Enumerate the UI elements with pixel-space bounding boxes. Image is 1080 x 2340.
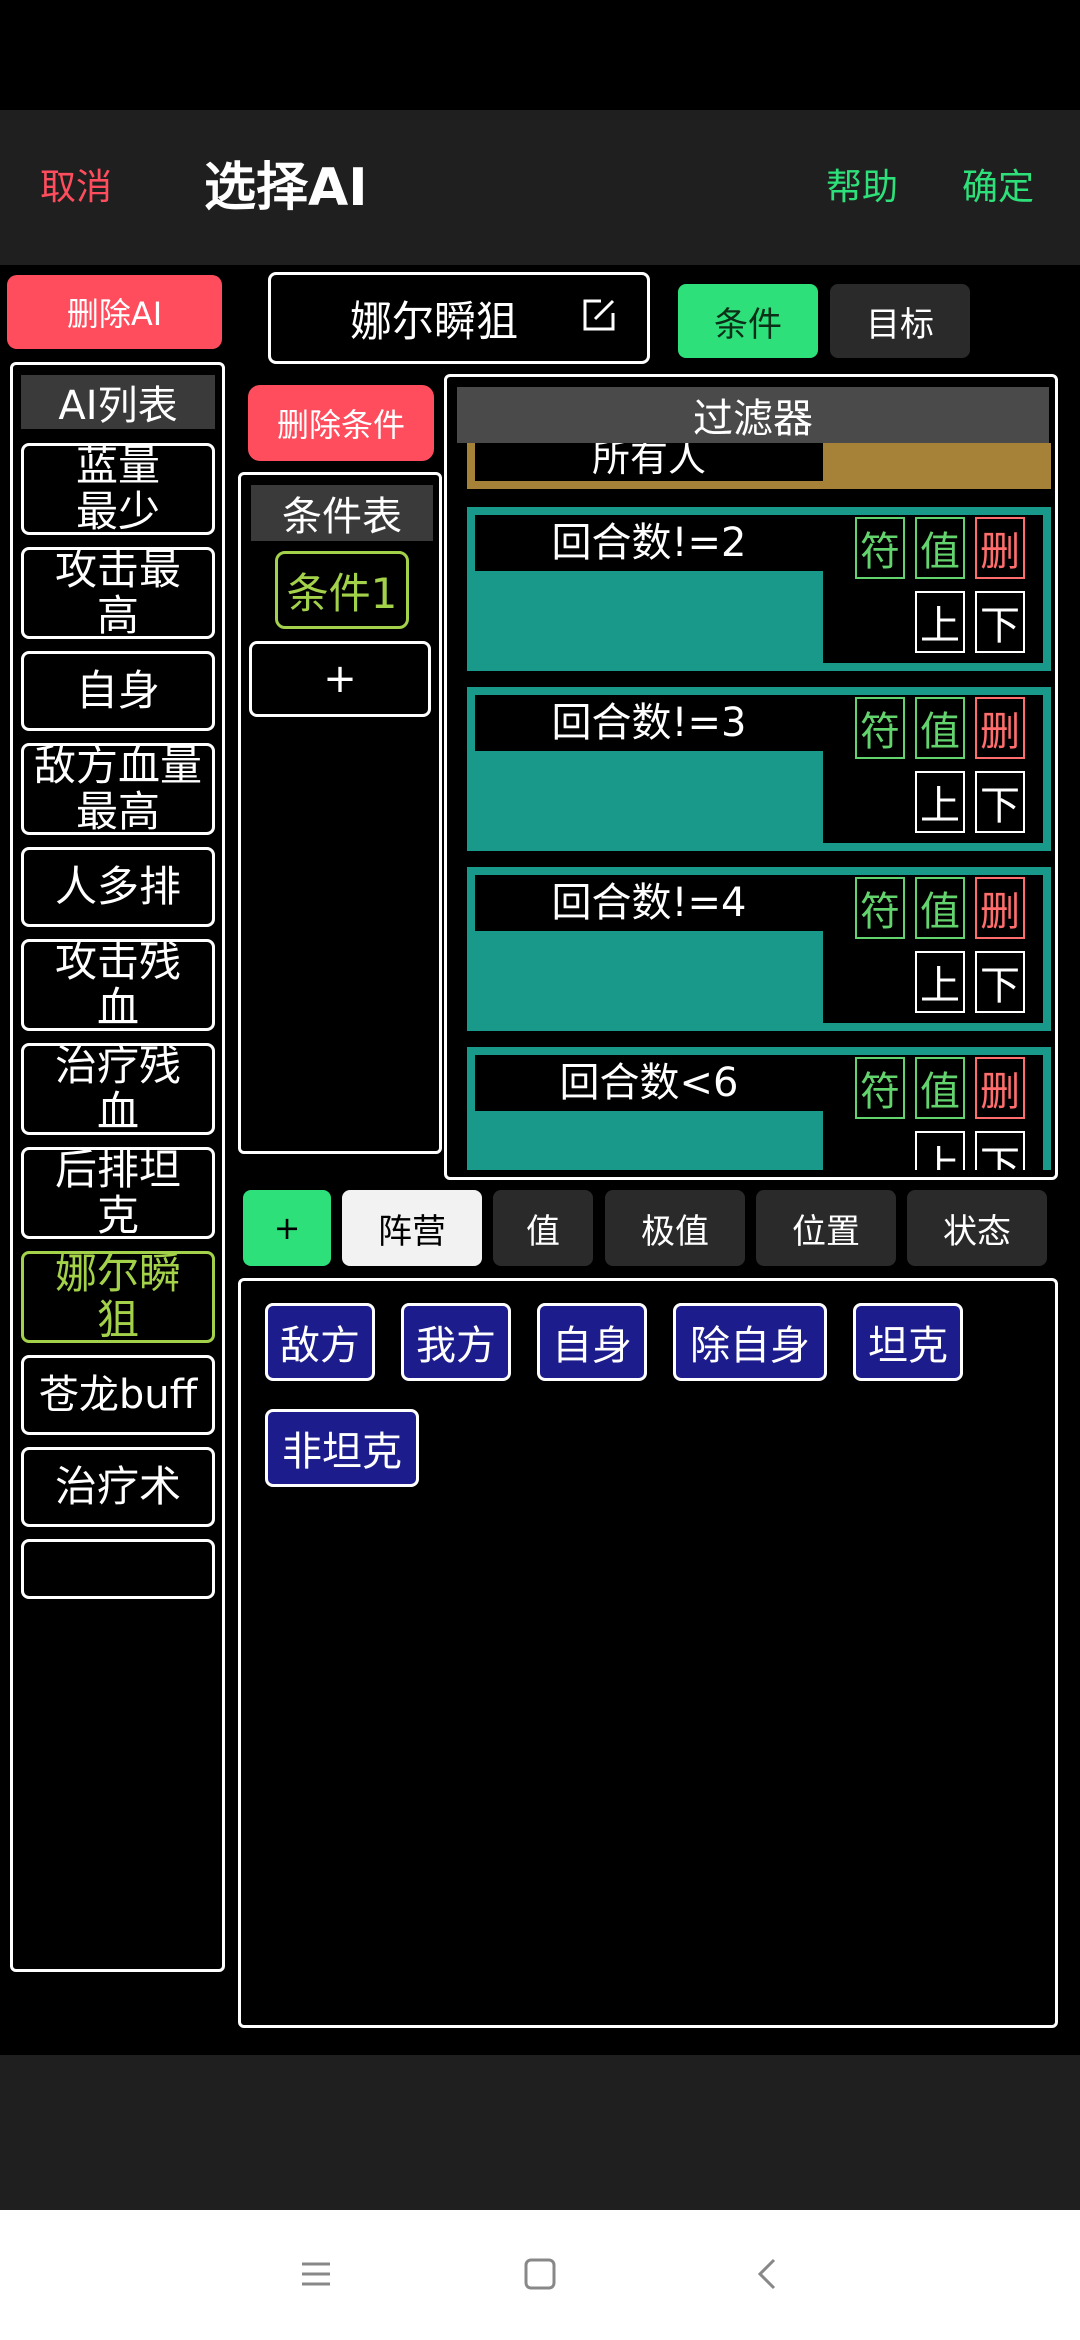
delete-ai-button[interactable]: 删除AI [7,275,222,349]
filter-list[interactable]: 所有人 回合数!=2 符 值 删 上 下 回合数!=3 符 值 删 上 下 回合… [447,443,1055,1170]
tab-extreme[interactable]: 极值 [605,1190,745,1266]
value-button[interactable]: 值 [915,877,965,939]
move-down-button[interactable]: 下 [975,591,1025,653]
option-enemy[interactable]: 敌方 [265,1303,375,1381]
filter-label-area: 回合数!=3 [475,695,823,751]
back-icon[interactable] [748,2254,788,2294]
filter-label-area: 回合数<6 [475,1055,823,1111]
ai-list-item[interactable]: 治疗术 [21,1447,215,1527]
ai-name-label: 娜尔瞬狙 [349,296,518,346]
filter-item[interactable]: 回合数!=3 符 值 删 上 下 [467,687,1051,851]
ai-list-item-label: 苍龙buff [38,1372,198,1418]
edit-icon[interactable] [579,295,619,335]
symbol-button[interactable]: 符 [855,517,905,579]
filter-label-area: 回合数!=2 [475,515,823,571]
confirm-button[interactable]: 确定 [962,160,1034,216]
value-button[interactable]: 值 [915,517,965,579]
value-button[interactable]: 值 [915,697,965,759]
ai-list-item-label: 治疗残血 [54,1041,181,1136]
tab-position[interactable]: 位置 [756,1190,896,1266]
cancel-button[interactable]: 取消 [40,160,112,216]
symbol-button[interactable]: 符 [855,697,905,759]
delete-filter-button[interactable]: 删 [975,1057,1025,1119]
move-up-button[interactable]: 上 [915,951,965,1013]
move-up-button[interactable]: 上 [915,591,965,653]
ai-list-item-label: 蓝量最少 [75,441,160,536]
ai-list-panel: AI列表 蓝量最少 攻击最高 自身 敌方血量最高 人多排 攻击残血 治疗残血 后… [10,362,225,1972]
filter-item[interactable]: 回合数<6 符 值 删 上 下 [467,1047,1051,1170]
option-tank[interactable]: 坦克 [853,1303,963,1381]
ai-list-item-label: 攻击最高 [54,545,181,640]
ai-list-title: AI列表 [21,375,215,429]
ai-name-field[interactable]: 娜尔瞬狙 [268,272,650,364]
tab-camp[interactable]: 阵营 [342,1190,482,1266]
symbol-button[interactable]: 符 [855,1057,905,1119]
move-down-button[interactable]: 下 [975,1131,1025,1170]
move-up-button[interactable]: 上 [915,1131,965,1170]
filter-item-partial[interactable]: 所有人 [467,443,1051,489]
ai-list-item[interactable]: 自身 [21,651,215,731]
filter-item-label: 回合数!=2 [551,520,747,566]
delete-filter-button[interactable]: 删 [975,517,1025,579]
page-title: 选择AI [204,158,368,218]
delete-filter-button[interactable]: 删 [975,877,1025,939]
system-nav-bar [0,2210,1080,2340]
filter-item-label: 回合数<6 [559,1060,739,1106]
ai-list-item-label: 攻击残血 [54,937,181,1032]
ai-list-item[interactable]: 敌方血量最高 [21,743,215,835]
option-ally[interactable]: 我方 [401,1303,511,1381]
delete-filter-button[interactable]: 删 [975,697,1025,759]
tab-target[interactable]: 目标 [830,284,970,358]
menu-icon[interactable] [296,2254,336,2294]
filter-item-label: 所有人 [475,443,823,481]
filter-item[interactable]: 回合数!=2 符 值 删 上 下 [467,507,1051,671]
ai-list-item[interactable]: 攻击残血 [21,939,215,1031]
value-button[interactable]: 值 [915,1057,965,1119]
help-button[interactable]: 帮助 [826,160,898,216]
option-non-tank[interactable]: 非坦克 [265,1409,419,1487]
ai-list-item[interactable]: 苍龙buff [21,1355,215,1435]
tab-condition[interactable]: 条件 [678,284,818,358]
bottom-bar [0,2055,1080,2210]
ai-list-item-label: 人多排 [54,862,181,911]
move-down-button[interactable]: 下 [975,771,1025,833]
move-down-button[interactable]: 下 [975,951,1025,1013]
filter-item[interactable]: 回合数!=4 符 值 删 上 下 [467,867,1051,1031]
condition-list-panel: 条件表 条件1 + [238,472,442,1154]
ai-list-item-label: 敌方血量最高 [33,741,202,836]
header-bar: 取消 选择AI 帮助 确定 [0,110,1080,265]
ai-list-item-label: 自身 [75,666,160,715]
move-up-button[interactable]: 上 [915,771,965,833]
delete-condition-button[interactable]: 删除条件 [248,385,434,461]
ai-list-item[interactable]: 人多排 [21,847,215,927]
add-condition-button[interactable]: + [249,641,431,717]
add-filter-button[interactable]: + [243,1190,331,1266]
ai-list-item-partial[interactable] [21,1539,215,1599]
condition-list-title: 条件表 [251,485,433,541]
ai-list-item[interactable]: 蓝量最少 [21,443,215,535]
tab-value[interactable]: 值 [493,1190,593,1266]
filter-label-area: 回合数!=4 [475,875,823,931]
ai-list-item-label: 治疗术 [54,1462,181,1511]
filter-panel: 过滤器 所有人 回合数!=2 符 值 删 上 下 回合数!=3 符 值 删 上 … [444,374,1058,1180]
category-tab-row: + 阵营 值 极值 位置 状态 [0,1190,1080,1266]
filter-item-label: 回合数!=3 [551,700,747,746]
home-icon[interactable] [520,2254,560,2294]
condition-item[interactable]: 条件1 [275,551,409,629]
filter-title: 过滤器 [457,387,1049,443]
filter-item-label: 回合数!=4 [551,880,747,926]
options-panel: 敌方 我方 自身 除自身 坦克 非坦克 [238,1278,1058,2028]
symbol-button[interactable]: 符 [855,877,905,939]
tab-status[interactable]: 状态 [907,1190,1047,1266]
option-self[interactable]: 自身 [537,1303,647,1381]
ai-list-item[interactable]: 治疗残血 [21,1043,215,1135]
option-except-self[interactable]: 除自身 [673,1303,827,1381]
ai-list-item[interactable]: 攻击最高 [21,547,215,639]
